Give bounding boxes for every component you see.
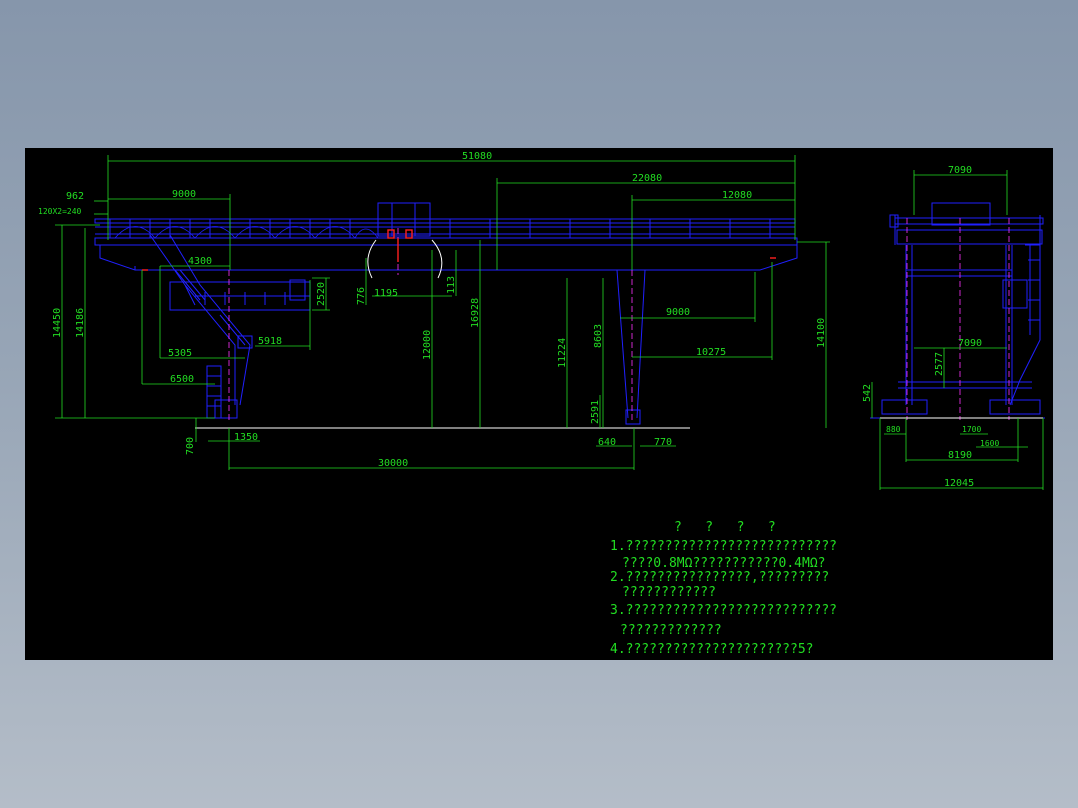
main-girder [94,237,798,246]
note-1: 1.??????????????????????????? [610,539,837,554]
dim-700: 700 [185,437,196,455]
dim-8190: 8190 [948,450,972,461]
dim-14100: 14100 [816,318,827,348]
note-3b: ????????????? [620,623,722,638]
dim-2577: 2577 [934,352,945,376]
dim-640: 640 [598,437,616,448]
flexible-leg [616,269,646,419]
dim-14450: 14450 [52,308,63,338]
dim-8603: 8603 [593,324,604,348]
dim-1350: 1350 [234,432,258,443]
dim-5305: 5305 [168,348,192,359]
leg-stairs [206,365,222,419]
note-4: 4.??????????????????????5? [610,642,814,657]
dim-880: 880 [886,425,901,434]
dim-22080: 22080 [632,173,662,184]
note-2: 2.????????????????,????????? [610,570,829,585]
dim-30000: 30000 [378,458,408,469]
dim-11224: 11224 [557,338,568,368]
dim-542: 542 [862,384,873,402]
note-2b: ???????????? [622,585,716,600]
note-1b: ????0.8MΩ???????????0.4MΩ? [622,556,826,571]
dim-16928: 16928 [470,298,481,328]
dim-2520: 2520 [316,282,327,306]
dim-776: 776 [356,287,367,305]
dimension-lines [55,155,1044,490]
dim-1700: 1700 [962,425,981,434]
dim-10275: 10275 [696,347,726,358]
left-bogie [214,399,238,419]
cad-drawing-frame: 51080 22080 12080 962 9000 120X2=240 430… [25,148,1053,660]
front-view-structure [94,202,798,425]
cable-festoon [114,226,379,239]
dim-2591: 2591 [590,400,601,424]
dim-1600: 1600 [980,439,999,448]
railing-posts [109,219,771,238]
dim-12000: 12000 [422,330,433,360]
note-3: 3.??????????????????????????? [610,603,837,618]
dim-12080: 12080 [722,190,752,201]
dim-4300: 4300 [188,256,212,267]
dim-962: 962 [66,191,84,202]
side-view-structure [870,202,1045,419]
dim-6500: 6500 [170,374,194,385]
dim-113: 113 [446,276,457,294]
dim-51080: 51080 [462,151,492,162]
dim-770: 770 [654,437,672,448]
side-view-dimensions: 7090 7090 2577 542 880 1700 1600 8190 12… [862,165,999,489]
dim-9000-right: 9000 [666,307,690,318]
dim-1195: 1195 [374,288,398,299]
crane-drawing: 51080 22080 12080 962 9000 120X2=240 430… [38,151,1045,657]
dim-9000-top: 9000 [172,189,196,200]
dim-7090-top: 7090 [948,165,972,176]
technical-notes: ? ? ? ? 1.??????????????????????????? ??… [610,520,837,657]
dim-14186: 14186 [75,308,86,338]
dim-120x2: 120X2=240 [38,207,82,216]
center-lines [228,218,1010,420]
notes-title: ? ? ? ? [674,520,776,535]
dim-7090-mid: 7090 [958,338,982,349]
dim-12045: 12045 [944,478,974,489]
side-trolley [931,202,991,226]
dim-5918: 5918 [258,336,282,347]
